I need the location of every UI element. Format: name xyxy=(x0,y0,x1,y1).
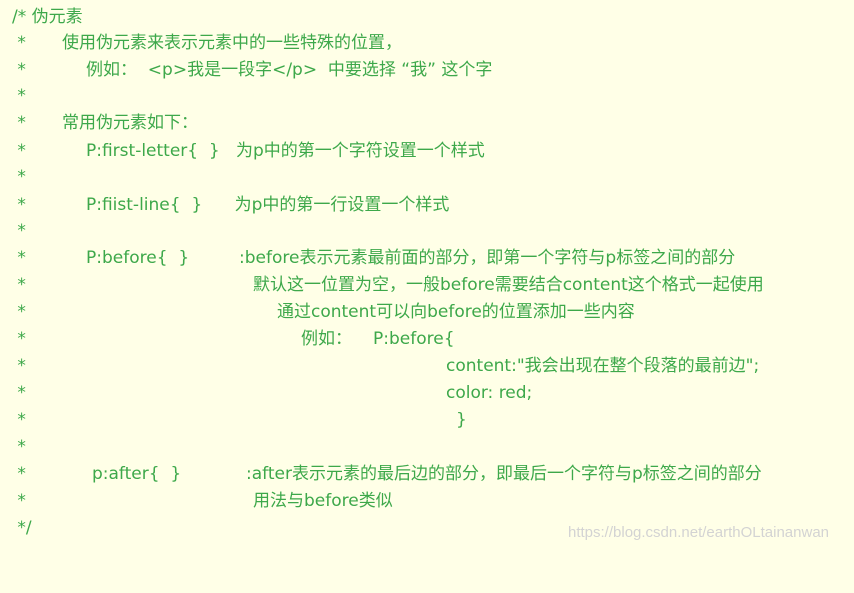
line-marker: * xyxy=(12,356,26,376)
line-marker: * xyxy=(12,248,26,268)
code-line: * 常用伪元素如下： xyxy=(0,110,854,136)
code-text: :after表示元素的最后边的部分，即最后一个字符与p标签之间的部分 xyxy=(246,464,762,484)
line-marker: * xyxy=(12,113,26,133)
code-text: 通过content可以向before的位置添加一些内容 xyxy=(277,302,635,322)
code-line: * 通过content可以向before的位置添加一些内容 xyxy=(0,299,854,325)
code-line: * color: red; xyxy=(0,380,854,406)
code-text: P:fiist-line{ } 为p中的第一行设置一个样式 xyxy=(86,195,450,215)
code-line: * p:after{ } :after表示元素的最后边的部分，即最后一个字符与p… xyxy=(0,461,854,487)
code-line: * xyxy=(0,83,854,109)
code-line: * P:first-letter{ } 为p中的第一个字符设置一个样式 xyxy=(0,138,854,164)
code-text: color: red; xyxy=(446,383,533,403)
code-text: :before表示元素最前面的部分，即第一个字符与p标签之间的部分 xyxy=(239,248,736,268)
code-line: * P:before{ } :before表示元素最前面的部分，即第一个字符与p… xyxy=(0,245,854,271)
code-line: * xyxy=(0,164,854,190)
line-marker: * xyxy=(12,302,26,322)
line-marker: */ xyxy=(12,518,32,538)
code-line: * } xyxy=(0,407,854,433)
code-text: P:before{ } xyxy=(86,248,190,268)
code-text: P:before{ xyxy=(373,329,455,349)
line-marker: * xyxy=(12,275,26,295)
code-text: /* 伪元素 xyxy=(12,7,83,27)
code-text: 常用伪元素如下： xyxy=(62,113,198,133)
code-line: * xyxy=(0,434,854,460)
line-marker: * xyxy=(12,410,26,430)
code-line: * 默认这一位置为空，一般before需要结合content这个格式一起使用 xyxy=(0,272,854,298)
line-marker: * xyxy=(12,437,26,457)
code-text: P:first-letter{ } 为p中的第一个字符设置一个样式 xyxy=(86,141,485,161)
line-marker: * xyxy=(12,464,26,484)
code-editor[interactable]: /* 伪元素 * 使用伪元素来表示元素中的一些特殊的位置， * 例如： <p>我… xyxy=(0,0,854,550)
line-marker: * xyxy=(12,167,26,187)
code-line: * 使用伪元素来表示元素中的一些特殊的位置， xyxy=(0,30,854,56)
code-line: * xyxy=(0,218,854,244)
line-marker: * xyxy=(12,86,26,106)
code-text: 例如： <p>我是一段字</p> 中要选择 “我” 这个字 xyxy=(86,60,493,80)
code-text: 例如： xyxy=(301,329,352,349)
watermark: https://blog.csdn.net/earthOLtainanwan xyxy=(568,524,830,541)
code-line: * 用法与before类似 xyxy=(0,488,854,514)
code-text: p:after{ } xyxy=(92,464,182,484)
code-text: content:"我会出现在整个段落的最前边"; xyxy=(446,356,760,376)
code-line: * P:fiist-line{ } 为p中的第一行设置一个样式 xyxy=(0,192,854,218)
code-line: * 例如： <p>我是一段字</p> 中要选择 “我” 这个字 xyxy=(0,57,854,83)
code-text: 默认这一位置为空，一般before需要结合content这个格式一起使用 xyxy=(253,275,764,295)
code-line: * content:"我会出现在整个段落的最前边"; xyxy=(0,353,854,379)
code-line: * 例如： P:before{ xyxy=(0,326,854,352)
code-text: 使用伪元素来表示元素中的一些特殊的位置， xyxy=(62,33,402,53)
line-marker: * xyxy=(12,491,26,511)
line-marker: * xyxy=(12,33,26,53)
line-marker: * xyxy=(12,221,26,241)
line-marker: * xyxy=(12,60,26,80)
line-marker: * xyxy=(12,195,26,215)
line-marker: * xyxy=(12,329,26,349)
code-text: } xyxy=(456,410,467,430)
line-marker: * xyxy=(12,383,26,403)
line-marker: * xyxy=(12,141,26,161)
code-text: 用法与before类似 xyxy=(253,491,393,511)
code-line: /* 伪元素 xyxy=(0,4,854,30)
